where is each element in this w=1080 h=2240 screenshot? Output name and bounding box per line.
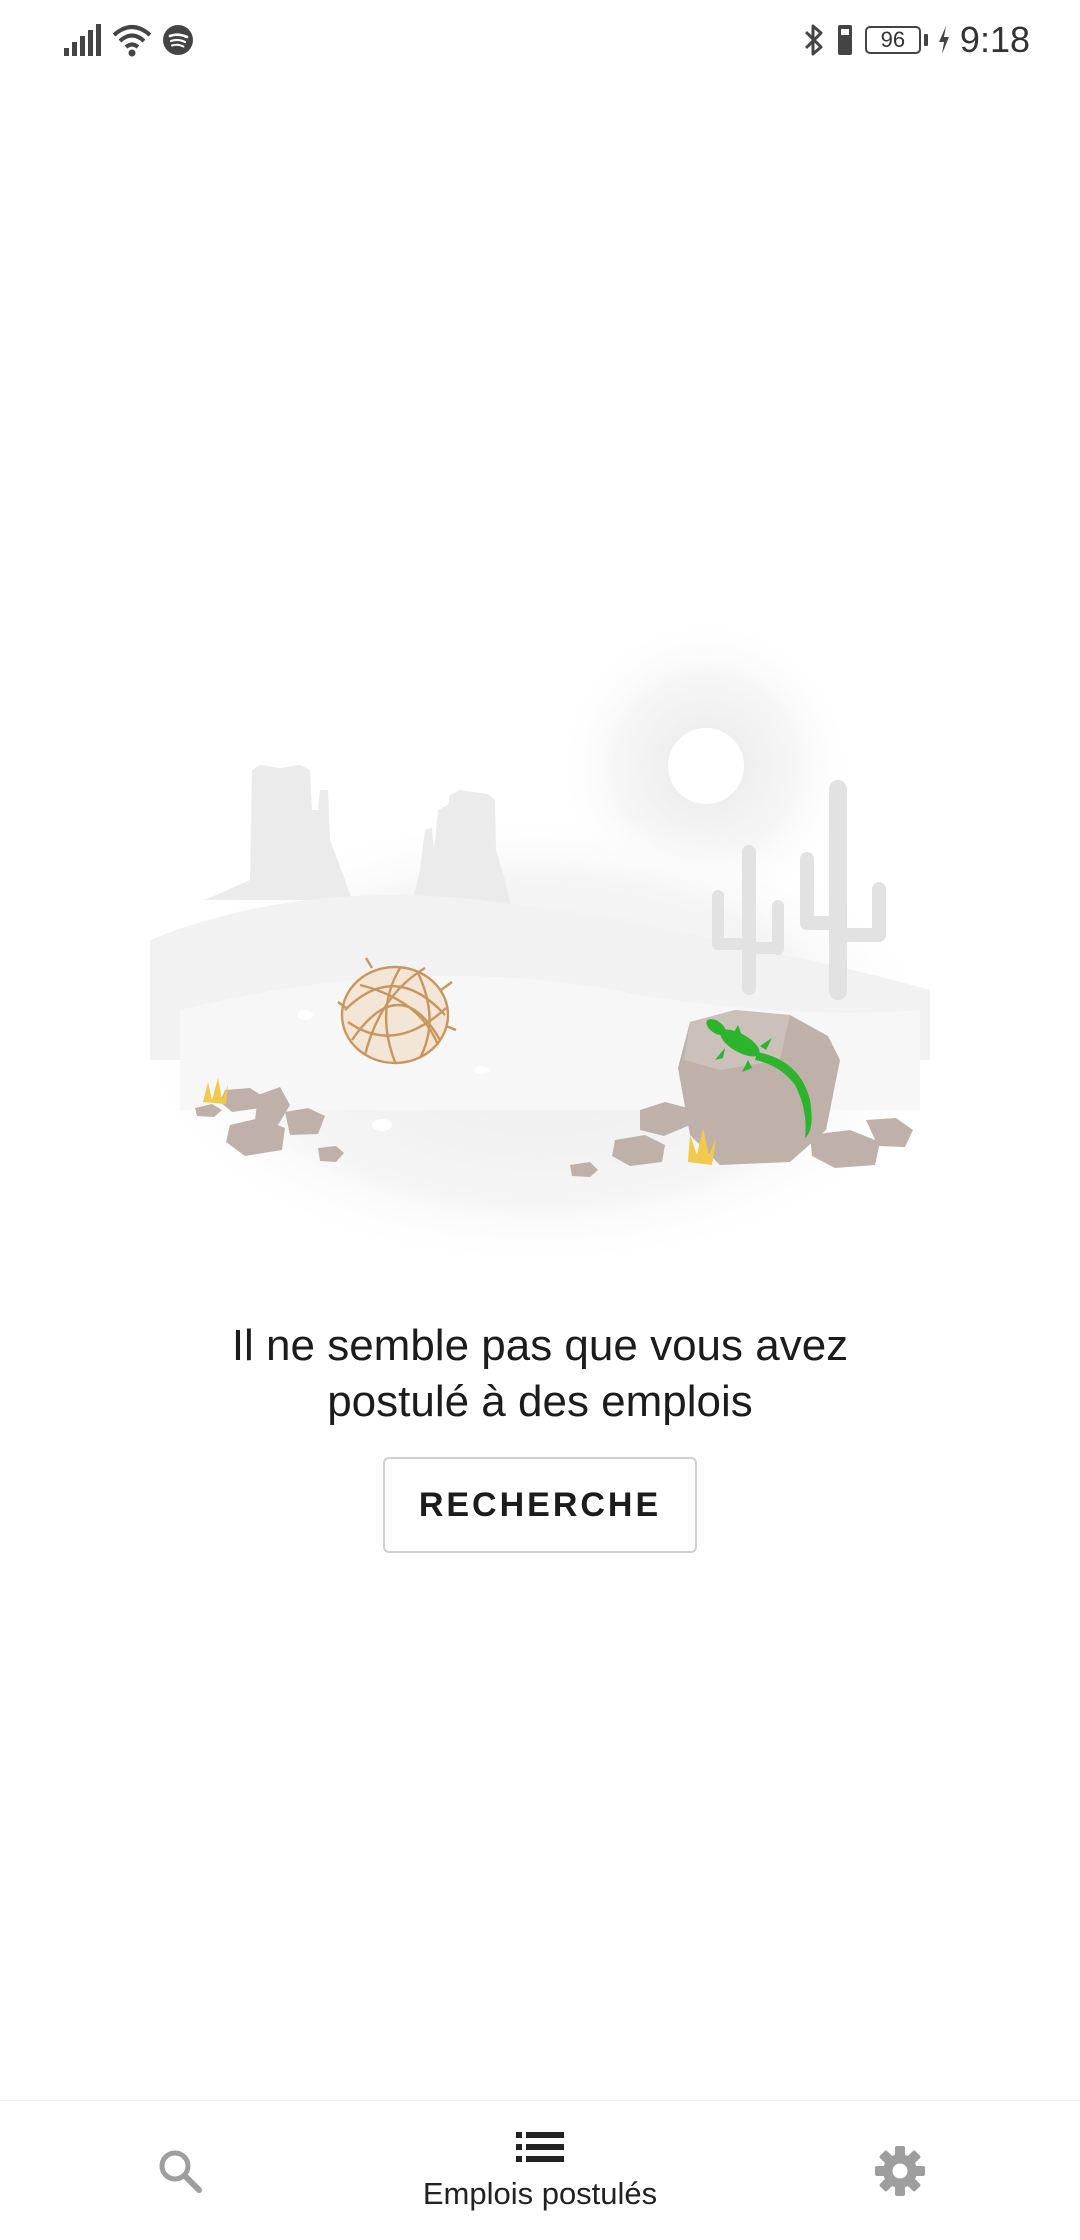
desert-illustration	[130, 616, 950, 1270]
charging-icon	[938, 26, 949, 54]
search-icon	[159, 2150, 202, 2193]
battery-tip	[923, 34, 928, 46]
list-icon	[516, 2132, 564, 2162]
bottom-nav: Emplois postulés	[0, 2100, 1080, 2240]
empty-message-line1: Il ne semble pas que vous avez	[231, 1321, 849, 1370]
status-left	[62, 18, 194, 62]
nav-applied-jobs[interactable]: Emplois postulés	[360, 2101, 720, 2240]
empty-state-message: Il ne semble pas que vous avez postulé à…	[140, 1318, 940, 1430]
nav-applied-label: Emplois postulés	[422, 2176, 658, 2211]
status-bar: 96 9:18	[0, 0, 1080, 80]
vibrate-icon	[837, 25, 852, 55]
empty-message-line2: postulé à des emplois	[327, 1377, 753, 1426]
spotify-icon	[163, 25, 193, 55]
nav-search[interactable]	[100, 2101, 260, 2240]
wifi-icon	[112, 25, 152, 57]
status-right: 96 9:18	[803, 18, 1030, 62]
bluetooth-icon	[804, 24, 823, 56]
nav-settings[interactable]	[820, 2101, 980, 2240]
signal-icon	[64, 24, 101, 56]
battery-icon: 96	[864, 26, 928, 54]
status-time: 9:18	[959, 19, 1030, 60]
search-jobs-button[interactable]: RECHERCHE	[383, 1457, 697, 1553]
gear-icon	[875, 2146, 925, 2196]
battery-level: 96	[864, 26, 921, 54]
